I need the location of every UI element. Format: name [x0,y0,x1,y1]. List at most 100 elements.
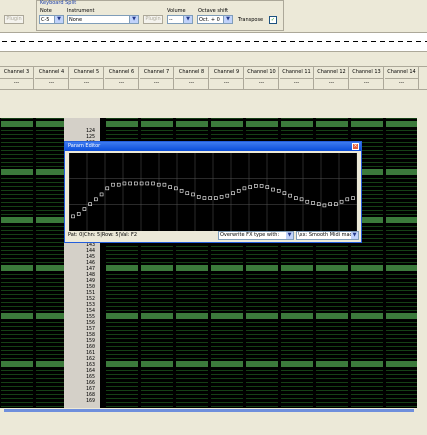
instrument-select[interactable]: None ▼ [67,15,139,24]
param-point[interactable] [311,201,315,205]
param-point[interactable] [236,188,241,193]
param-point[interactable] [76,212,81,216]
channel-column[interactable] [1,118,33,408]
ruler-tick [218,41,223,42]
param-point[interactable] [351,196,355,200]
param-point[interactable] [305,199,310,204]
param-point[interactable] [242,186,247,191]
param-point[interactable] [271,187,275,192]
channel-header[interactable]: Channel 8 --- [175,67,209,89]
param-point[interactable] [259,184,264,188]
param-point[interactable] [156,182,161,187]
param-point[interactable] [294,196,298,200]
row-line [176,378,208,379]
channel-header[interactable]: Channel 14 --- [385,67,419,89]
row-line [106,278,138,279]
param-point[interactable] [162,182,167,187]
row-line [316,334,348,335]
ruler-tick [371,41,376,42]
channel-header[interactable]: Channel 4 --- [35,67,69,89]
param-point[interactable] [185,191,190,196]
volume-select[interactable]: -- ▼ [167,15,193,24]
fx-mode-select[interactable]: Overwrite FX type with: ▼ [218,231,294,240]
row-line [141,374,173,375]
param-point[interactable] [82,207,87,211]
chevron-down-icon[interactable]: ▼ [54,16,63,23]
param-point[interactable] [88,202,92,206]
macro-select[interactable]: \xx: Smooth Midi macr ▼ [296,231,359,240]
chevron-down-icon[interactable]: ▼ [183,16,192,23]
param-point[interactable] [299,197,304,202]
param-point[interactable] [231,191,235,196]
channel-header[interactable]: Channel 3 --- [0,67,34,89]
param-point[interactable] [225,193,230,198]
param-graph[interactable] [69,153,357,231]
param-point[interactable] [105,186,110,191]
channel-header[interactable]: Channel 11 --- [280,67,314,89]
param-point[interactable] [276,188,281,193]
channel-dash: --- [385,78,418,86]
row-line [106,338,138,339]
row-line [351,322,383,323]
channel-header[interactable]: Channel 12 --- [315,67,349,89]
chevron-down-icon[interactable]: ▼ [223,16,232,23]
param-point[interactable] [179,188,184,193]
beat-highlight [316,313,348,319]
param-point[interactable] [191,192,195,197]
beat-highlight [211,121,243,127]
channel-column[interactable] [386,118,417,408]
param-point[interactable] [345,197,350,202]
row-line [1,118,33,119]
chevron-down-icon[interactable]: ▼ [129,16,138,23]
channel-header[interactable]: Channel 5 --- [70,67,104,89]
param-point[interactable] [328,202,332,206]
param-point[interactable] [316,202,321,206]
note-select[interactable]: C-5 ▼ [39,15,64,24]
param-point[interactable] [334,202,338,206]
param-point[interactable] [214,196,218,200]
horizontal-scroll-thumb[interactable] [4,409,414,412]
row-line [281,358,313,359]
param-point[interactable] [254,184,258,188]
channel-header[interactable]: Channel 13 --- [350,67,384,89]
channel-header[interactable]: Channel 10 --- [245,67,279,89]
octave-shift-label: Octave shift [198,8,229,14]
channel-header[interactable]: Channel 6 --- [105,67,139,89]
param-point[interactable] [116,182,121,187]
param-point[interactable] [134,181,138,186]
chevron-down-icon[interactable]: ▼ [286,232,293,239]
channel-header[interactable]: Channel 9 --- [210,67,244,89]
param-point[interactable] [168,185,172,189]
param-point[interactable] [71,214,75,219]
param-point[interactable] [139,181,144,186]
param-point[interactable] [282,191,287,196]
row-line [351,274,383,275]
row-line [246,390,278,391]
param-point[interactable] [339,199,344,204]
param-point[interactable] [94,197,98,202]
plugin-button-left[interactable]: Plugin [4,15,24,24]
param-point[interactable] [128,181,132,186]
row-line [141,310,173,311]
param-point[interactable] [288,193,292,198]
param-point[interactable] [265,185,270,189]
param-point[interactable] [196,195,201,199]
close-icon[interactable]: × [352,143,359,150]
param-point[interactable] [219,195,224,199]
chevron-down-icon[interactable]: ▼ [351,232,358,239]
channel-header[interactable]: Channel 7 --- [140,67,174,89]
octave-shift-select[interactable]: Oct. + 0 ▼ [197,15,233,24]
param-point[interactable] [145,181,150,186]
transpose-checkbox[interactable]: ✓ [269,16,277,24]
vertical-scrollbar[interactable] [417,118,427,408]
param-point[interactable] [111,182,115,187]
param-point[interactable] [151,181,155,186]
plugin-button[interactable]: Plugin [143,15,163,24]
param-point[interactable] [99,192,104,197]
param-point[interactable] [122,181,127,186]
row-line [351,294,383,295]
bottom-panel [0,414,427,435]
param-point[interactable] [208,196,212,200]
order-list[interactable] [0,32,427,52]
param-point[interactable] [202,196,207,200]
